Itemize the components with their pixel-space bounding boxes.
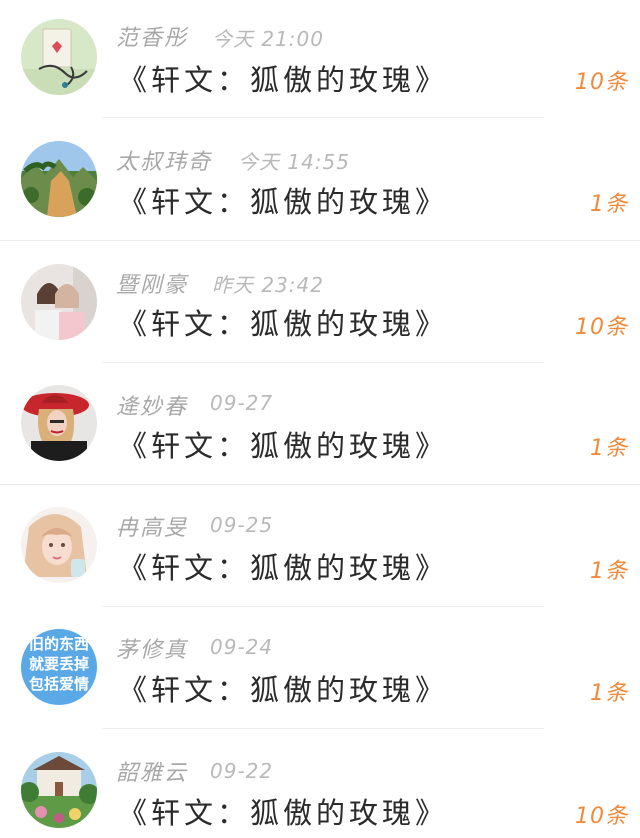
message-title[interactable]: 《轩文：狐傲的玫瑰》 bbox=[118, 545, 448, 587]
text-avatar-icon: 旧的东西 就要丢掉 包括爱情 bbox=[21, 635, 97, 695]
message-title[interactable]: 《轩文：狐傲的玫瑰》 bbox=[118, 423, 448, 465]
avatar[interactable] bbox=[21, 752, 97, 828]
timestamp: 昨天 23:42 bbox=[212, 273, 324, 297]
avatar[interactable] bbox=[21, 507, 97, 583]
message-row[interactable]: 逄妙春 09-27 《轩文：狐傲的玫瑰》 1条 bbox=[0, 366, 640, 488]
message-title[interactable]: 《轩文：狐傲的玫瑰》 bbox=[118, 301, 448, 343]
garden-house-painting-icon bbox=[21, 752, 97, 828]
count-badge: 10条 bbox=[575, 70, 628, 95]
mountain-landscape-photo-icon bbox=[21, 141, 97, 217]
avatar-text-line: 包括爱情 bbox=[28, 676, 89, 693]
message-title[interactable]: 《轩文：狐傲的玫瑰》 bbox=[118, 179, 448, 221]
divider bbox=[102, 362, 544, 363]
count-badge: 1条 bbox=[590, 681, 628, 706]
avatar[interactable] bbox=[21, 141, 97, 217]
blonde-girl-photo-icon bbox=[21, 507, 97, 583]
sender-name: 冉高旻 bbox=[116, 516, 189, 541]
message-list: 范香彤 今天 21:00 《轩文：狐傲的玫瑰》 10条 太叔玮奇 今天 14:5… bbox=[0, 0, 640, 838]
avatar[interactable] bbox=[21, 19, 97, 95]
sender-name: 范香彤 bbox=[116, 26, 189, 51]
avatar[interactable] bbox=[21, 385, 97, 461]
count-badge: 1条 bbox=[590, 559, 628, 584]
message-row[interactable]: 太叔玮奇 今天 14:55 《轩文：狐傲的玫瑰》 1条 bbox=[0, 122, 640, 244]
message-title[interactable]: 《轩文：狐傲的玫瑰》 bbox=[118, 790, 448, 832]
two-girls-photo-icon bbox=[21, 264, 97, 340]
count-badge: 10条 bbox=[575, 804, 628, 829]
timestamp: 今天 14:55 bbox=[238, 150, 350, 174]
count-badge: 10条 bbox=[575, 315, 628, 340]
timestamp: 09-22 bbox=[210, 759, 274, 783]
sender-name: 逄妙春 bbox=[116, 395, 189, 420]
timestamp: 09-25 bbox=[210, 513, 274, 537]
message-row[interactable]: 暨刚豪 昨天 23:42 《轩文：狐傲的玫瑰》 10条 bbox=[0, 244, 640, 366]
ace-card-earphones-photo-icon bbox=[21, 19, 97, 95]
sender-name: 暨刚豪 bbox=[116, 273, 189, 298]
divider bbox=[102, 117, 544, 118]
divider bbox=[102, 606, 544, 607]
message-row[interactable]: 韶雅云 09-22 《轩文：狐傲的玫瑰》 10条 bbox=[0, 732, 640, 838]
message-title[interactable]: 《轩文：狐傲的玫瑰》 bbox=[118, 57, 448, 99]
sender-name: 太叔玮奇 bbox=[116, 150, 213, 175]
avatar[interactable] bbox=[21, 264, 97, 340]
avatar[interactable]: 旧的东西 就要丢掉 包括爱情 bbox=[21, 629, 97, 705]
timestamp: 09-24 bbox=[210, 635, 274, 659]
avatar-text-line: 就要丢掉 bbox=[28, 656, 89, 673]
message-row[interactable]: 旧的东西 就要丢掉 包括爱情 茅修真 09-24 《轩文：狐傲的玫瑰》 1条 bbox=[0, 610, 640, 732]
sender-name: 茅修真 bbox=[116, 638, 189, 663]
avatar-text-line: 旧的东西 bbox=[28, 636, 89, 653]
count-badge: 1条 bbox=[590, 192, 628, 217]
sender-name: 韶雅云 bbox=[116, 761, 189, 786]
message-row[interactable]: 范香彤 今天 21:00 《轩文：狐傲的玫瑰》 10条 bbox=[0, 0, 640, 122]
message-title[interactable]: 《轩文：狐傲的玫瑰》 bbox=[118, 667, 448, 709]
divider bbox=[102, 728, 544, 729]
divider bbox=[0, 240, 640, 241]
woman-red-hat-photo-icon bbox=[21, 385, 97, 461]
message-row[interactable]: 冉高旻 09-25 《轩文：狐傲的玫瑰》 1条 bbox=[0, 488, 640, 610]
divider bbox=[0, 484, 640, 485]
count-badge: 1条 bbox=[590, 436, 628, 461]
timestamp: 今天 21:00 bbox=[212, 27, 324, 51]
timestamp: 09-27 bbox=[210, 391, 274, 415]
